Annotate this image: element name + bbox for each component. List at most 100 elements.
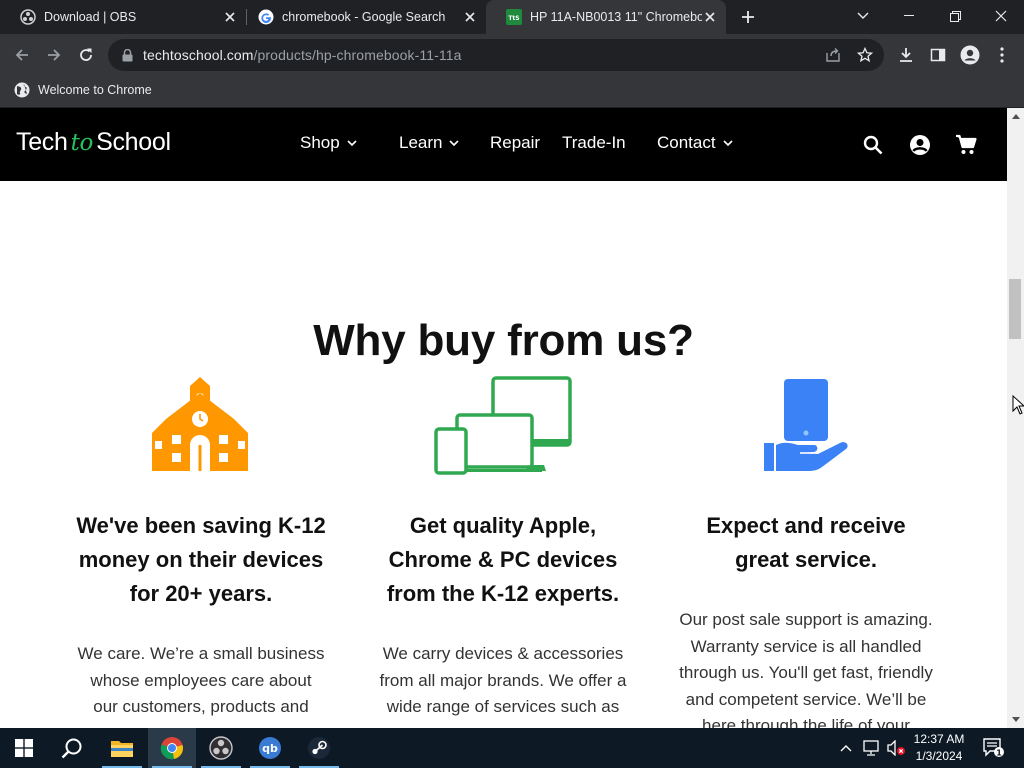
url-host: techtoschool.com — [143, 47, 254, 63]
feature-text-devices: We carry devices & accessories from all … — [342, 641, 664, 721]
text-line: Our post sale support is amazing. — [679, 610, 933, 629]
feature-text-service: Our post sale support is amazing. Warran… — [646, 607, 966, 728]
svg-text:qb: qb — [262, 742, 278, 755]
obs-icon — [20, 9, 36, 25]
address-bar[interactable]: techtoschool.com/products/hp-chromebook-… — [108, 39, 884, 71]
close-tab-icon[interactable] — [462, 9, 478, 25]
title-line: for 20+ years. — [129, 581, 273, 606]
text-line: We carry devices & accessories — [382, 644, 624, 663]
devices-icon — [434, 376, 572, 475]
windows-start-button[interactable] — [0, 728, 48, 768]
show-hidden-icons-chevron-icon[interactable] — [836, 728, 856, 768]
nav-label: Trade-In — [562, 133, 626, 152]
site-logo[interactable]: Tech to School — [16, 128, 171, 157]
close-tab-icon[interactable] — [702, 9, 718, 25]
tab-google-search[interactable]: chromebook - Google Search — [238, 0, 486, 34]
feature-title-devices: Get quality Apple, Chrome & PC devices f… — [352, 509, 654, 611]
text-line: Warranty service is all handled — [690, 636, 922, 656]
page-viewport: Tech to School Shop Learn Repair Trade-In … — [0, 108, 1007, 728]
text-line: wide range of services such as — [386, 697, 620, 716]
browser-toolbar: techtoschool.com/products/hp-chromebook-… — [0, 34, 1024, 76]
chrome-menu-icon[interactable] — [988, 41, 1016, 69]
logo-text-tech: Tech — [16, 128, 68, 156]
title-line: Expect and receive — [706, 513, 906, 538]
scroll-down-arrow-icon[interactable] — [1007, 711, 1024, 728]
tab-obs[interactable]: Download | OBS — [0, 0, 246, 34]
techtoschool-favicon: TtS — [506, 9, 522, 25]
tab-title: chromebook - Google Search — [282, 10, 446, 24]
bookmark-welcome-to-chrome[interactable]: Welcome to Chrome — [14, 82, 152, 98]
google-icon — [258, 9, 274, 25]
title-line: We've been saving K-12 — [76, 513, 326, 538]
tab-search-button[interactable] — [840, 0, 886, 32]
text-line: here through the life of your — [702, 716, 910, 728]
nav-learn[interactable]: Learn — [399, 133, 460, 153]
text-line: from all major brands. We offer a — [379, 670, 627, 690]
cart-icon[interactable] — [955, 134, 977, 156]
logo-text-school: School — [96, 128, 171, 156]
chrome-taskbar-icon[interactable] — [148, 728, 196, 768]
taskbar-search-icon[interactable] — [48, 728, 96, 768]
tab-title: Download | OBS — [44, 10, 137, 24]
page-scrollbar[interactable] — [1007, 108, 1024, 728]
close-window-button[interactable] — [978, 0, 1024, 32]
nav-contact[interactable]: Contact — [657, 133, 733, 153]
download-icon[interactable] — [892, 41, 920, 69]
nav-repair[interactable]: Repair — [490, 133, 540, 153]
nav-trade-in[interactable]: Trade-In — [562, 133, 626, 153]
account-icon[interactable] — [909, 134, 931, 156]
system-clock[interactable]: 12:37 AM 1/3/2024 — [904, 731, 974, 765]
tab-title: HP 11A-NB0013 11" Chromebook — [530, 10, 702, 24]
clock-time: 12:37 AM — [913, 732, 965, 746]
bookmarks-bar: Welcome to Chrome — [0, 76, 1024, 108]
steam-taskbar-icon[interactable] — [295, 728, 343, 768]
reload-button[interactable] — [72, 41, 100, 69]
profile-avatar-icon[interactable] — [956, 41, 984, 69]
title-line: Chrome & PC devices — [388, 547, 618, 572]
network-icon[interactable] — [860, 728, 882, 768]
new-tab-button[interactable] — [736, 5, 760, 29]
tab-hp-chromebook[interactable]: TtS HP 11A-NB0013 11" Chromebook — [486, 0, 726, 34]
site-header: Tech to School Shop Learn Repair Trade-In … — [0, 108, 1007, 181]
feature-title-service: Expect and receive great service. — [655, 509, 957, 577]
text-line: through us. You'll get fast, friendly — [679, 663, 933, 682]
feature-text-savings: We care. We’re a small business whose em… — [40, 641, 362, 721]
chevron-down-icon — [347, 140, 357, 147]
tab-strip: Download | OBS chromebook - Google Searc… — [0, 0, 1024, 34]
text-line: We care. We’re a small business — [77, 644, 325, 663]
share-icon[interactable] — [824, 46, 842, 64]
notification-count: 1 — [996, 749, 1002, 758]
nav-label: Shop — [300, 133, 340, 152]
title-line: Get quality Apple, — [409, 513, 597, 538]
nav-label: Repair — [490, 133, 541, 152]
title-line: great service. — [735, 547, 877, 572]
clock-date: 1/3/2024 — [915, 749, 963, 763]
close-tab-icon[interactable] — [222, 9, 238, 25]
nav-shop[interactable]: Shop — [300, 133, 357, 153]
lock-icon[interactable] — [120, 48, 134, 62]
qbittorrent-taskbar-icon[interactable]: qb — [246, 728, 294, 768]
logo-text-to: to — [70, 130, 94, 156]
globe-icon — [14, 82, 30, 98]
mouse-cursor-icon — [1012, 395, 1024, 415]
nav-label: Learn — [399, 133, 443, 152]
side-panel-icon[interactable] — [924, 41, 952, 69]
section-headline: Why buy from us? — [313, 316, 694, 365]
text-line: and competent service. We’ll be — [685, 689, 927, 709]
obs-taskbar-icon[interactable] — [197, 728, 245, 768]
minimize-button[interactable] — [886, 0, 932, 32]
file-explorer-icon[interactable] — [98, 728, 146, 768]
forward-button[interactable] — [40, 41, 68, 69]
scroll-up-arrow-icon[interactable] — [1007, 108, 1024, 125]
search-icon[interactable] — [862, 134, 884, 156]
scrollbar-thumb[interactable] — [1009, 279, 1021, 339]
svg-text:TtS: TtS — [508, 15, 519, 22]
action-center-icon[interactable]: 1 — [980, 728, 1008, 768]
text-line: whose employees care about — [90, 670, 312, 690]
back-button[interactable] — [8, 41, 36, 69]
windows-taskbar: qb 12:37 AM 1/3/2024 1 — [0, 728, 1024, 768]
title-line: money on their devices — [78, 547, 324, 572]
restore-button[interactable] — [932, 0, 978, 32]
title-line: from the K-12 experts. — [386, 581, 620, 606]
bookmark-star-icon[interactable] — [856, 46, 874, 64]
